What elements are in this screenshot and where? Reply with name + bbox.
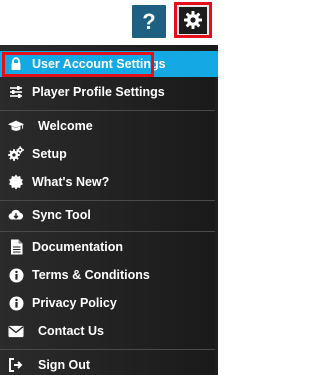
menu-item-welcome[interactable]: Welcome bbox=[0, 113, 218, 139]
lock-icon bbox=[8, 56, 24, 72]
graduation-cap-icon bbox=[8, 118, 24, 134]
menu-item-whats-new[interactable]: What's New? bbox=[0, 169, 218, 195]
sign-out-icon bbox=[8, 357, 24, 373]
menu-item-documentation[interactable]: Documentation bbox=[0, 234, 218, 260]
menu-item-sign-out[interactable]: Sign Out bbox=[0, 352, 218, 375]
menu-item-label: Welcome bbox=[38, 119, 93, 133]
help-button[interactable]: ? bbox=[132, 5, 166, 38]
menu-divider bbox=[0, 231, 215, 232]
cogs-icon bbox=[8, 146, 24, 162]
menu-item-terms-conditions[interactable]: Terms & Conditions bbox=[0, 262, 218, 288]
info-circle-icon bbox=[8, 267, 24, 283]
menu-divider bbox=[0, 110, 215, 111]
sliders-icon bbox=[8, 84, 24, 100]
menu-item-label: Setup bbox=[32, 147, 67, 161]
menu-item-label: Player Profile Settings bbox=[32, 85, 165, 99]
menu-item-label: Documentation bbox=[32, 240, 123, 254]
menu-item-label: Contact Us bbox=[38, 324, 104, 338]
envelope-icon bbox=[8, 323, 24, 339]
info-circle-icon bbox=[8, 295, 24, 311]
menu-divider bbox=[0, 200, 215, 201]
menu-item-setup[interactable]: Setup bbox=[0, 141, 218, 167]
menu-item-label: Privacy Policy bbox=[32, 296, 117, 310]
cloud-download-icon bbox=[8, 207, 24, 223]
menu-item-label: Sign Out bbox=[38, 358, 91, 372]
menu-item-player-profile-settings[interactable]: Player Profile Settings bbox=[0, 79, 218, 105]
menu-item-user-account-settings[interactable]: User Account Settings bbox=[0, 51, 218, 77]
gear-icon bbox=[179, 6, 207, 34]
document-icon bbox=[8, 239, 24, 255]
menu-divider bbox=[0, 349, 215, 350]
certificate-icon bbox=[8, 174, 24, 190]
menu-item-label: User Account Settings bbox=[32, 57, 166, 71]
app-frame: ? User Account Settings Player Profile S… bbox=[0, 0, 218, 375]
menu-item-contact-us[interactable]: Contact Us bbox=[0, 318, 218, 344]
menu-item-label: What's New? bbox=[32, 175, 110, 189]
menu-item-label: Sync Tool bbox=[32, 208, 91, 222]
menu-item-sync-tool[interactable]: Sync Tool bbox=[0, 202, 218, 228]
menu-item-label: Terms & Conditions bbox=[32, 268, 150, 282]
menu-item-privacy-policy[interactable]: Privacy Policy bbox=[0, 290, 218, 316]
settings-button[interactable] bbox=[174, 2, 212, 38]
